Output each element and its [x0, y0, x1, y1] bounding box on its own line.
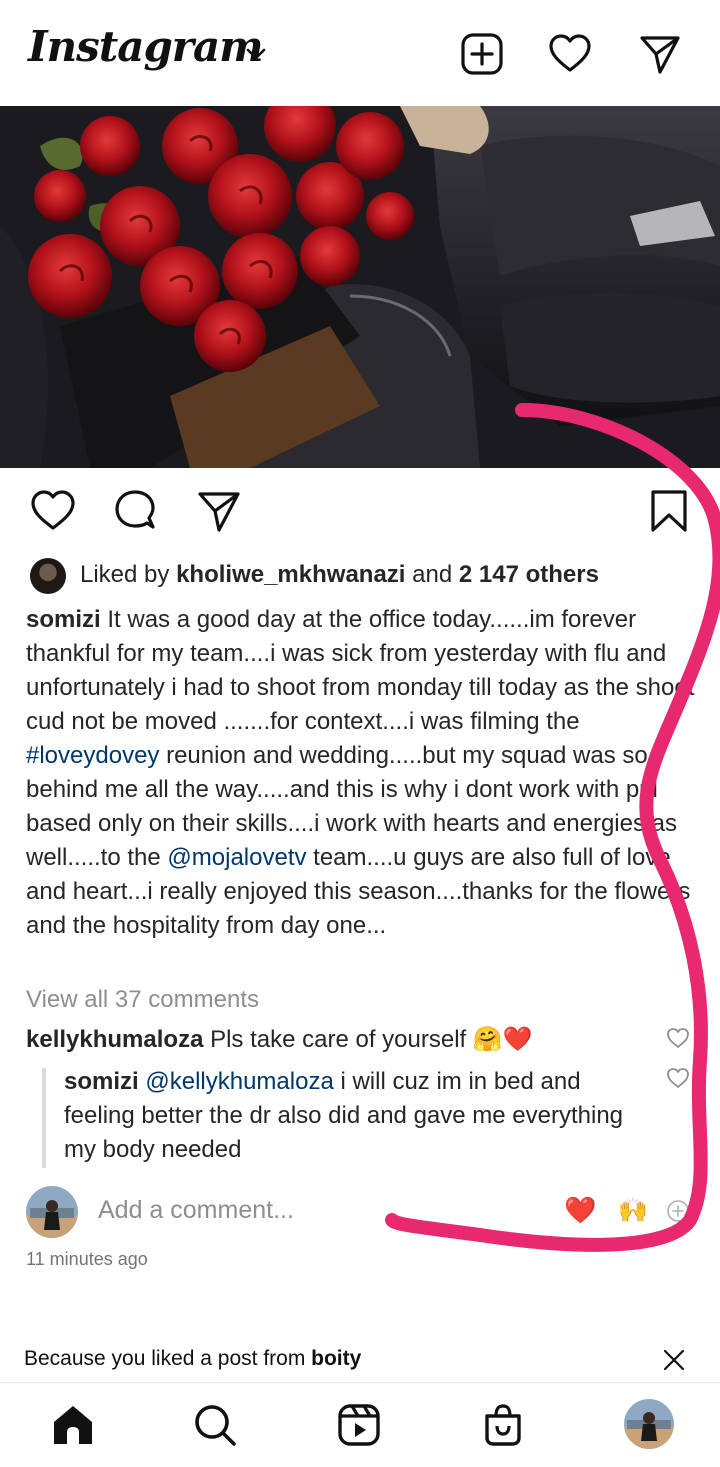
profile-avatar[interactable]: [624, 1399, 674, 1449]
add-reaction-icon[interactable]: [666, 1199, 690, 1223]
home-icon[interactable]: [50, 1402, 96, 1448]
reply-thread-line: [42, 1068, 46, 1168]
reply-like-icon[interactable]: [666, 1066, 690, 1090]
like-icon[interactable]: [30, 488, 76, 534]
current-user-avatar[interactable]: [26, 1186, 78, 1238]
comment-reply: somizi @kellykhumaloza i will cuz im in …: [64, 1065, 654, 1167]
suggested-post-reason: Because you liked a post from boity: [24, 1347, 361, 1371]
comment-like-icon[interactable]: [666, 1026, 690, 1050]
quick-reaction-heart[interactable]: ❤️: [564, 1195, 596, 1225]
suggestion-prefix: Because you liked a post from: [24, 1347, 312, 1370]
reply-mention-link[interactable]: @kellykhumaloza: [145, 1068, 333, 1095]
save-icon[interactable]: [646, 488, 692, 534]
search-icon[interactable]: [192, 1402, 238, 1448]
liker-avatar[interactable]: [30, 558, 66, 594]
comment-icon[interactable]: [112, 488, 158, 534]
quick-reaction-raised-hands[interactable]: 🙌: [618, 1197, 648, 1225]
caption-username[interactable]: somizi: [26, 606, 101, 633]
shop-icon[interactable]: [480, 1402, 526, 1448]
caption-text-1: It was a good day at the office today...…: [26, 606, 695, 735]
likes-middle: and: [405, 561, 459, 588]
view-all-comments-link[interactable]: View all 37 comments: [26, 986, 259, 1014]
likes-others-count[interactable]: 2 147 others: [459, 561, 599, 588]
profile-photo: [624, 1399, 674, 1449]
share-icon[interactable]: [196, 488, 242, 534]
close-icon[interactable]: [662, 1348, 686, 1372]
comment: kellykhumaloza Pls take care of yourself…: [26, 1023, 646, 1057]
suggestion-username[interactable]: boity: [311, 1347, 361, 1370]
new-post-icon[interactable]: [460, 32, 504, 76]
heart-icon[interactable]: [548, 32, 592, 76]
comment-text: Pls take care of yourself 🤗❤️: [203, 1026, 533, 1053]
post-photo-illustration: [0, 106, 720, 468]
comment-username[interactable]: kellykhumaloza: [26, 1026, 203, 1053]
likes-summary[interactable]: Liked by kholiwe_mkhwanazi and 2 147 oth…: [80, 561, 599, 589]
avatar-photo: [26, 1186, 78, 1238]
post-timestamp: 11 minutes ago: [26, 1249, 148, 1269]
hashtag-link[interactable]: #loveydovey: [26, 742, 159, 769]
add-comment-input[interactable]: Add a comment...: [98, 1196, 294, 1225]
mention-link[interactable]: @mojalovetv: [167, 844, 306, 871]
likes-prefix: Liked by: [80, 561, 177, 588]
reply-username[interactable]: somizi: [64, 1068, 139, 1095]
direct-message-icon[interactable]: [638, 32, 682, 76]
post-caption: somizi It was a good day at the office t…: [26, 603, 696, 943]
liker-username[interactable]: kholiwe_mkhwanazi: [176, 561, 405, 588]
reels-icon[interactable]: [336, 1402, 382, 1448]
post-photo[interactable]: [0, 106, 720, 468]
chevron-down-icon[interactable]: [244, 46, 268, 62]
instagram-logo[interactable]: Instagram: [28, 22, 264, 71]
